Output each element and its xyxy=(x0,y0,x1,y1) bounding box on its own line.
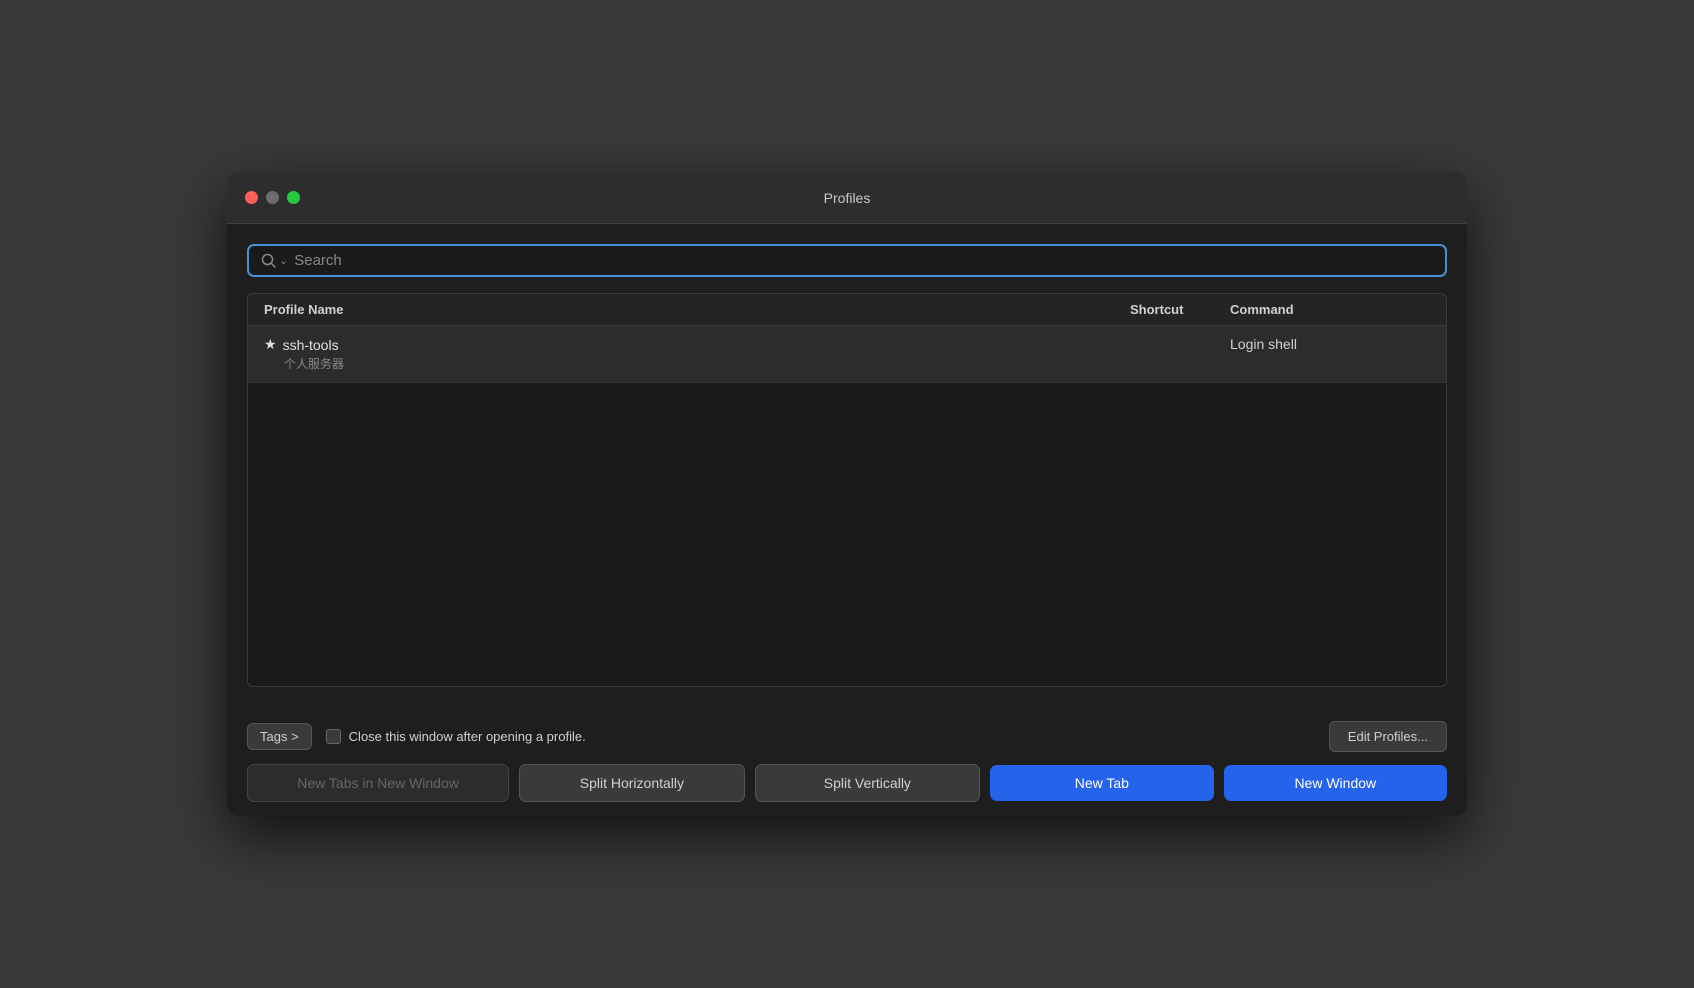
new-tab-button[interactable]: New Tab xyxy=(990,765,1213,801)
main-content: ⌄ Profile Name Shortcut Command ★ ssh-to… xyxy=(227,224,1467,707)
minimize-button[interactable] xyxy=(266,191,279,204)
profile-name-main: ★ ssh-tools xyxy=(264,336,1130,353)
header-shortcut: Shortcut xyxy=(1130,302,1230,317)
titlebar: Profiles xyxy=(227,172,1467,224)
table-row[interactable]: ★ ssh-tools 个人服务器 Login shell xyxy=(248,326,1446,383)
new-window-button[interactable]: New Window xyxy=(1224,765,1447,801)
search-icon: ⌄ xyxy=(261,253,288,269)
search-input-wrapper: ⌄ xyxy=(247,244,1447,277)
split-vertically-button[interactable]: Split Vertically xyxy=(755,764,980,802)
profile-name-cell: ★ ssh-tools 个人服务器 xyxy=(264,336,1130,372)
footer-bottom: New Tabs in New Window Split Horizontall… xyxy=(247,764,1447,802)
window-title: Profiles xyxy=(824,190,871,206)
table-header: Profile Name Shortcut Command xyxy=(248,294,1446,326)
close-checkbox[interactable] xyxy=(326,729,341,744)
profile-subtitle: 个人服务器 xyxy=(264,355,1130,372)
footer-left: Tags > Close this window after opening a… xyxy=(247,723,586,750)
new-tabs-new-window-button: New Tabs in New Window xyxy=(247,764,509,802)
tags-button[interactable]: Tags > xyxy=(247,723,312,750)
header-command: Command xyxy=(1230,302,1430,317)
search-input[interactable] xyxy=(294,252,1433,269)
footer-top: Tags > Close this window after opening a… xyxy=(247,721,1447,752)
traffic-lights xyxy=(245,191,300,204)
profile-name: ssh-tools xyxy=(283,337,339,353)
profiles-table: Profile Name Shortcut Command ★ ssh-tool… xyxy=(247,293,1447,687)
table-body: ★ ssh-tools 个人服务器 Login shell xyxy=(248,326,1446,686)
split-horizontally-button[interactable]: Split Horizontally xyxy=(519,764,744,802)
close-checkbox-text: Close this window after opening a profil… xyxy=(349,729,586,744)
footer: Tags > Close this window after opening a… xyxy=(227,707,1467,816)
star-icon: ★ xyxy=(264,336,277,353)
shortcut-cell xyxy=(1130,336,1230,372)
command-cell: Login shell xyxy=(1230,336,1430,372)
header-profile-name: Profile Name xyxy=(264,302,1130,317)
close-button[interactable] xyxy=(245,191,258,204)
profiles-window: Profiles ⌄ Profile Name Shortcut C xyxy=(227,172,1467,816)
edit-profiles-button[interactable]: Edit Profiles... xyxy=(1329,721,1447,752)
maximize-button[interactable] xyxy=(287,191,300,204)
search-container: ⌄ xyxy=(247,244,1447,277)
empty-table-area xyxy=(248,383,1446,683)
close-checkbox-label: Close this window after opening a profil… xyxy=(326,729,586,744)
